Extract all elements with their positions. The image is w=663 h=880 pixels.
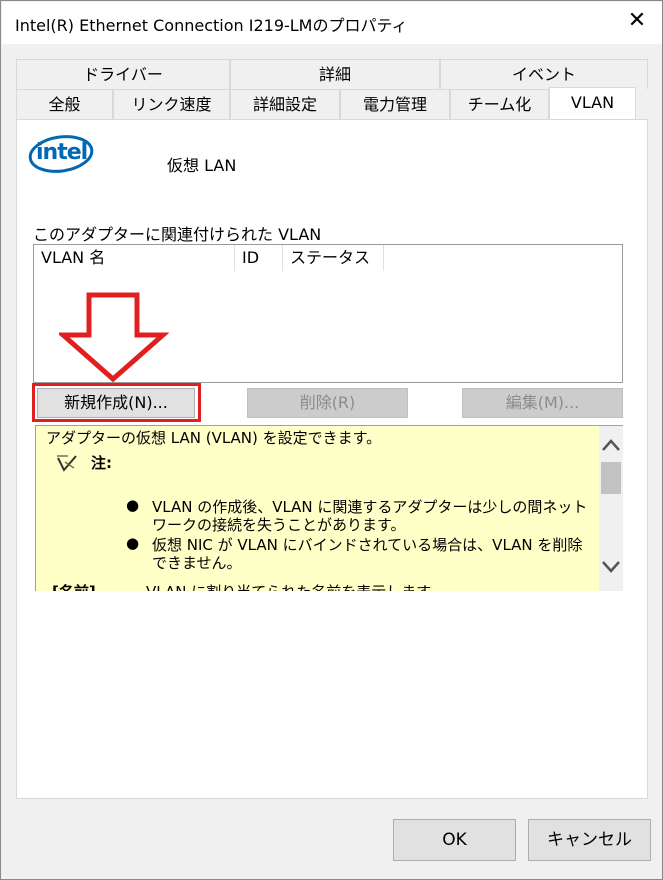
tab-vlan[interactable]: VLAN [549, 87, 636, 119]
help-text-area[interactable]: アダプターの仮想 LAN (VLAN) を設定できます。 注: ● VLAN の… [35, 425, 623, 591]
scroll-thumb[interactable] [601, 462, 621, 494]
tab-power-management[interactable]: 電力管理 [340, 89, 450, 119]
tab-link-speed[interactable]: リンク速度 [113, 89, 230, 119]
tab-details[interactable]: 詳細 [230, 59, 440, 89]
vlan-heading: 仮想 LAN [167, 156, 237, 175]
tab-general[interactable]: 全般 [16, 89, 113, 119]
tab-teaming[interactable]: チーム化 [450, 89, 549, 119]
annotation-highlight-box [32, 383, 201, 422]
tab-events[interactable]: イベント [440, 59, 648, 89]
window-title: Intel(R) Ethernet Connection I219-LMのプロパ… [15, 16, 408, 35]
title-bar: Intel(R) Ethernet Connection I219-LMのプロパ… [2, 2, 662, 44]
delete-vlan-button[interactable]: 削除(R) [247, 388, 408, 418]
note-label: 注: [91, 454, 112, 472]
help-cut-text: VLAN に割り当てられた名前を表示します。 [146, 581, 445, 591]
column-id[interactable]: ID [235, 245, 283, 271]
scroll-up-icon[interactable] [600, 438, 622, 452]
close-icon[interactable]: ✕ [626, 10, 648, 32]
column-status[interactable]: ステータス [283, 245, 384, 271]
intel-logo: intel [27, 133, 95, 175]
help-cut-label: [名前] [52, 581, 96, 591]
bullet-2-line-2: できません。 [152, 554, 242, 572]
edit-vlan-button[interactable]: 編集(M)... [462, 388, 623, 418]
cancel-button[interactable]: キャンセル [528, 819, 651, 861]
tab-driver[interactable]: ドライバー [16, 59, 230, 89]
bullet-1-line-2: ワークの接続を失うことがあります。 [152, 516, 406, 534]
intel-logo-text: intel [36, 140, 88, 165]
bullet-1-dot: ● [126, 496, 140, 514]
help-intro: アダプターの仮想 LAN (VLAN) を設定できます。 [46, 429, 382, 447]
scroll-down-icon[interactable] [600, 560, 622, 574]
note-icon [57, 455, 77, 472]
tab-advanced[interactable]: 詳細設定 [230, 89, 340, 119]
bullet-2-dot: ● [126, 534, 140, 552]
properties-dialog: Intel(R) Ethernet Connection I219-LMのプロパ… [0, 0, 663, 880]
column-vlan-name[interactable]: VLAN 名 [34, 245, 235, 271]
ok-button[interactable]: OK [393, 819, 516, 861]
vlan-list-label: このアダプターに関連付けられた VLAN [33, 225, 322, 244]
help-scrollbar[interactable] [599, 426, 623, 591]
annotation-arrow [59, 292, 169, 383]
